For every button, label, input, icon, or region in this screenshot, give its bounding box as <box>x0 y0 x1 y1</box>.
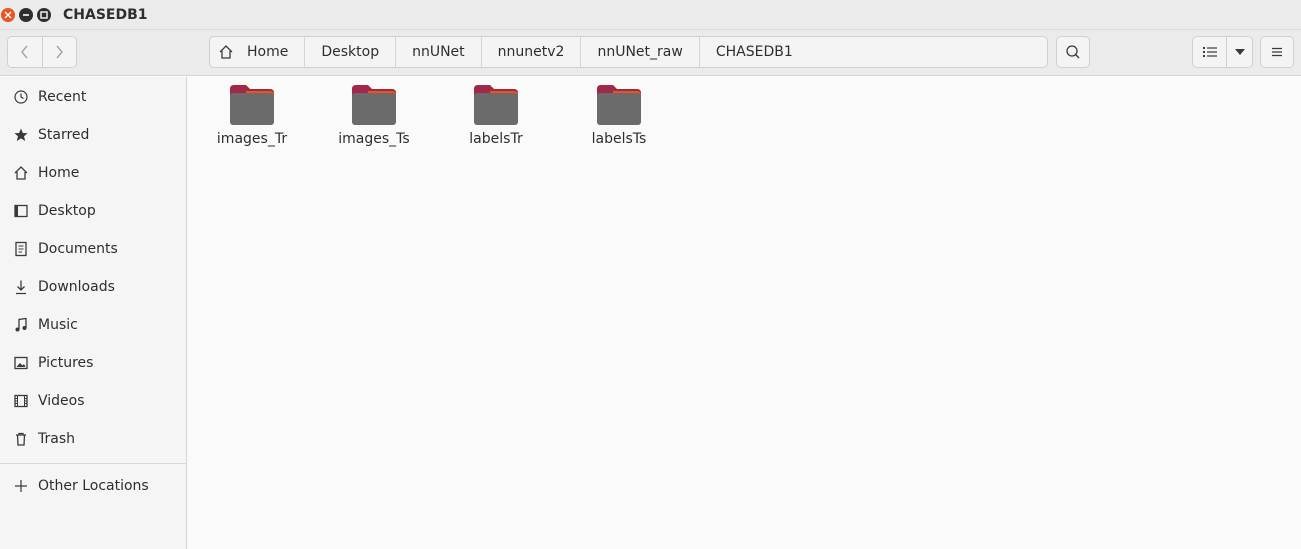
chevron-left-icon <box>20 45 28 59</box>
search-button[interactable] <box>1056 36 1090 68</box>
folder-icon <box>352 85 396 125</box>
crumb-nnunet-raw[interactable]: nnUNet_raw <box>581 37 700 67</box>
folder-item[interactable]: labelsTs <box>569 83 669 153</box>
main-menu-button[interactable] <box>1260 36 1294 68</box>
sidebar-item-videos[interactable]: Videos <box>0 383 186 419</box>
sidebar-item-label: Desktop <box>38 203 96 219</box>
sidebar-item-label: Starred <box>38 127 90 143</box>
home-icon <box>218 44 234 60</box>
star-icon <box>12 126 30 144</box>
sidebar-item-desktop[interactable]: Desktop <box>0 193 186 229</box>
sidebar-item-label: Trash <box>38 431 75 447</box>
crumb-label: nnunetv2 <box>497 44 565 60</box>
search-icon <box>1066 45 1080 59</box>
crumb-desktop[interactable]: Desktop <box>305 37 397 67</box>
list-view-button[interactable] <box>1193 37 1227 67</box>
minimize-window-button[interactable] <box>19 8 33 22</box>
video-icon <box>12 392 30 410</box>
close-window-button[interactable] <box>1 8 15 22</box>
header-bar: Home Desktop nnUNet nnunetv2 nnUNet_raw … <box>0 30 1301 76</box>
trash-icon <box>12 430 30 448</box>
sidebar-item-label: Pictures <box>38 355 94 371</box>
path-bar: Home Desktop nnUNet nnunetv2 nnUNet_raw … <box>209 36 836 68</box>
sidebar-item-downloads[interactable]: Downloads <box>0 269 186 305</box>
sidebar-item-starred[interactable]: Starred <box>0 117 186 153</box>
sidebar-item-recent[interactable]: Recent <box>0 79 186 115</box>
folder-item[interactable]: images_Tr <box>202 83 302 153</box>
hamburger-menu-icon <box>1272 47 1282 57</box>
sidebar-item-label: Recent <box>38 89 87 105</box>
crumb-home[interactable]: Home <box>210 37 306 67</box>
crumb-label: CHASEDB1 <box>715 44 793 60</box>
close-icon <box>4 11 12 19</box>
sidebar: Recent Starred Home Desktop Documents Do… <box>0 77 187 549</box>
sidebar-item-pictures[interactable]: Pictures <box>0 345 186 381</box>
folder-icon <box>597 85 641 125</box>
plus-icon <box>12 477 30 495</box>
back-button[interactable] <box>8 37 42 67</box>
title-bar: CHASEDB1 <box>0 0 1301 30</box>
view-options-button[interactable] <box>1227 37 1252 67</box>
sidebar-item-music[interactable]: Music <box>0 307 186 343</box>
crumb-label: nnUNet <box>412 44 465 60</box>
sidebar-separator <box>0 463 186 464</box>
sidebar-item-label: Music <box>38 317 78 333</box>
clock-icon <box>12 88 30 106</box>
sidebar-item-trash[interactable]: Trash <box>0 421 186 457</box>
window-title: CHASEDB1 <box>63 7 148 23</box>
crumb-nnunetv2[interactable]: nnunetv2 <box>482 37 582 67</box>
chevron-down-icon <box>1234 49 1245 55</box>
sidebar-item-label: Downloads <box>38 279 115 295</box>
chevron-right-icon <box>56 45 64 59</box>
navigation-buttons <box>7 36 77 68</box>
folder-item[interactable]: images_Ts <box>324 83 424 153</box>
maximize-icon <box>40 11 48 19</box>
crumb-nnunet[interactable]: nnUNet <box>396 37 482 67</box>
crumb-label: nnUNet_raw <box>597 44 683 60</box>
file-view: images_Tr images_Ts labelsTr labelsTs <box>188 77 1301 549</box>
sidebar-item-home[interactable]: Home <box>0 155 186 191</box>
sidebar-item-documents[interactable]: Documents <box>0 231 186 267</box>
maximize-window-button[interactable] <box>37 8 51 22</box>
sidebar-item-label: Documents <box>38 241 118 257</box>
download-icon <box>12 278 30 296</box>
crumb-label: Desktop <box>321 44 380 60</box>
minimize-icon <box>23 14 29 16</box>
picture-icon <box>12 354 30 372</box>
sidebar-item-label: Videos <box>38 393 85 409</box>
forward-button[interactable] <box>41 37 77 67</box>
sidebar-item-label: Home <box>38 165 80 181</box>
sidebar-item-label: Other Locations <box>38 478 149 494</box>
folder-item[interactable]: labelsTr <box>446 83 546 153</box>
path-entry-area[interactable] <box>806 36 1048 68</box>
folder-name: labelsTr <box>469 131 523 147</box>
list-view-icon <box>1202 47 1217 57</box>
desktop-icon <box>12 202 30 220</box>
home-icon <box>12 164 30 182</box>
folder-name: images_Ts <box>338 131 410 147</box>
music-icon <box>12 316 30 334</box>
crumb-label: Home <box>247 44 289 60</box>
folder-name: images_Tr <box>216 131 288 147</box>
view-toggle-group <box>1192 36 1253 68</box>
folder-icon <box>230 85 274 125</box>
folder-name: labelsTs <box>591 131 647 147</box>
document-icon <box>12 240 30 258</box>
folder-icon <box>474 85 518 125</box>
sidebar-item-other-locations[interactable]: Other Locations <box>0 468 186 504</box>
